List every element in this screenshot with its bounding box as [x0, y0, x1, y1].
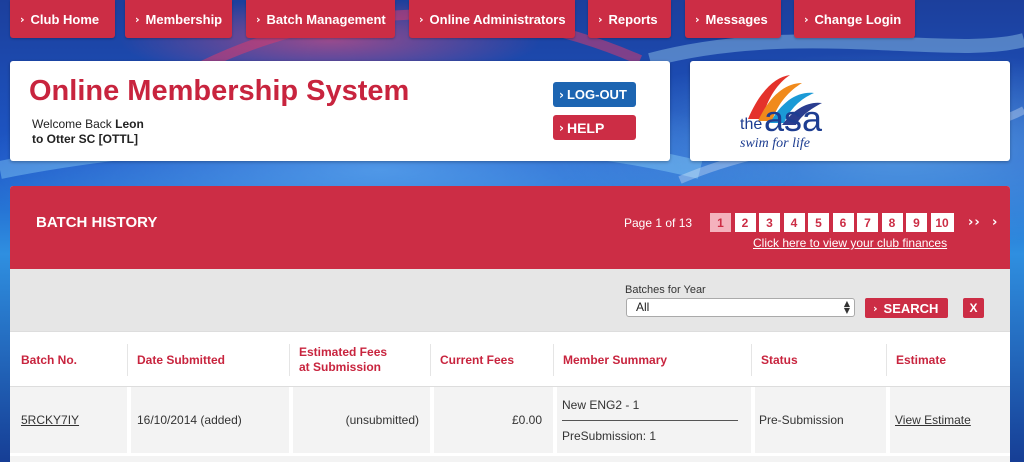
col-date-submitted: Date Submitted: [127, 344, 289, 376]
last-page-button[interactable]: ›: [992, 215, 997, 230]
cell-date-submitted: 16/10/2014 (added): [137, 387, 242, 453]
chevron-right-icon: ›: [20, 12, 25, 26]
help-button[interactable]: › HELP: [553, 115, 636, 140]
batch-header: BATCH HISTORY Page 1 of 13 1 2 3 4 5 6 7…: [10, 186, 1010, 269]
nav-online-administrators[interactable]: › Online Administrators: [409, 0, 575, 38]
pagination: 1 2 3 4 5 6 7 8 9 10: [710, 213, 957, 232]
summary-line-2: PreSubmission: 1: [562, 429, 657, 443]
col-estimated-fees-label: Estimated Fees at Submission: [299, 345, 387, 375]
col-estimated-fees-line1: Estimated Fees: [299, 345, 388, 359]
club-finances-link[interactable]: Click here to view your club finances: [753, 236, 947, 250]
summary-line-1: New ENG2 - 1: [562, 398, 640, 412]
col-member-summary: Member Summary: [553, 344, 751, 376]
section-title: BATCH HISTORY: [36, 214, 158, 231]
cell-batch-no: 5RCKY7IY: [21, 387, 80, 453]
col-estimated-fees: Estimated Fees at Submission: [289, 344, 430, 376]
search-label: SEARCH: [883, 300, 939, 316]
nav-batch-management[interactable]: › Batch Management: [246, 0, 395, 38]
view-estimate-link[interactable]: View Estimate: [895, 413, 971, 427]
page-button[interactable]: 8: [881, 213, 903, 232]
col-estimate: Estimate: [886, 344, 1010, 376]
asa-logo: the asa swim for life: [740, 75, 823, 151]
page-button[interactable]: 1: [710, 213, 731, 232]
col-batch-no: Batch No.: [21, 352, 78, 367]
header-panel: Online Membership System Welcome Back Le…: [10, 61, 670, 161]
page-button[interactable]: 10: [930, 213, 954, 232]
page-button[interactable]: 6: [832, 213, 854, 232]
club-name: to Otter SC [OTTL]: [32, 132, 138, 146]
filter-bar: Batches for Year All ▲ ▼ › SEARCH X: [10, 269, 1010, 331]
batch-history-panel: BATCH HISTORY Page 1 of 13 1 2 3 4 5 6 7…: [10, 186, 1010, 462]
page-button[interactable]: 5: [808, 213, 829, 232]
chevron-right-icon: ›: [135, 12, 140, 26]
chevron-right-icon: ›: [873, 301, 878, 315]
nav-label: Messages: [705, 11, 768, 27]
nav-label: Batch Management: [266, 11, 386, 27]
cell-status: Pre-Submission: [759, 387, 844, 453]
col-status: Status: [751, 344, 886, 376]
cell-member-summary: New ENG2 - 1 PreSubmission: 1: [562, 387, 748, 453]
chevron-right-icon: ›: [695, 12, 700, 26]
table-row: 5RCKY7IY 16/10/2014 (added) (unsubmitted…: [10, 387, 1010, 453]
table-header: Batch No. Date Submitted Estimated Fees a…: [10, 331, 1010, 387]
nav-label: Change Login: [814, 11, 902, 27]
chevron-right-icon: ›: [559, 87, 564, 102]
help-label: HELP: [566, 119, 605, 136]
select-arrows-icon: ▲ ▼: [843, 299, 850, 315]
nav-label: Club Home: [30, 11, 100, 27]
nav-reports[interactable]: › Reports: [588, 0, 671, 38]
summary-divider: [562, 420, 738, 421]
year-select-value: All: [636, 300, 650, 314]
user-name: Leon: [115, 117, 144, 131]
chevron-right-icon: ›: [256, 12, 261, 26]
logout-label: LOG-OUT: [566, 87, 627, 102]
nav-label: Membership: [145, 11, 223, 27]
year-select[interactable]: All ▲ ▼: [626, 298, 855, 317]
search-button[interactable]: › SEARCH: [865, 298, 948, 318]
clear-filter-button[interactable]: X: [963, 298, 984, 318]
cell-estimated-fees: (unsubmitted): [293, 387, 419, 453]
cell-divider: [751, 387, 755, 453]
top-nav: › Club Home › Membership › Batch Managem…: [0, 0, 1024, 38]
year-filter-label: Batches for Year: [625, 284, 706, 296]
nav-club-home[interactable]: › Club Home: [10, 0, 115, 38]
cell-divider: [127, 387, 131, 453]
cell-divider: [886, 387, 890, 453]
page-button[interactable]: 4: [783, 213, 805, 232]
chevron-right-icon: ›: [419, 12, 424, 26]
col-estimated-fees-line2: at Submission: [299, 360, 382, 374]
nav-membership[interactable]: › Membership: [125, 0, 232, 38]
page-button[interactable]: 3: [759, 213, 780, 232]
page-button[interactable]: 2: [734, 213, 756, 232]
chevron-right-icon: ›: [598, 12, 603, 26]
nav-change-login[interactable]: › Change Login: [794, 0, 915, 38]
logo-panel: the asa swim for life: [690, 61, 1010, 161]
table-row: [10, 456, 1010, 462]
nav-messages[interactable]: › Messages: [685, 0, 781, 38]
welcome-text: Welcome Back Leon to Otter SC [OTTL]: [32, 117, 144, 147]
page-button[interactable]: 9: [906, 213, 927, 232]
logo-the-text: the: [740, 116, 762, 133]
logo-asa-text: asa: [764, 98, 823, 139]
nav-label: Reports: [608, 11, 658, 27]
chevron-right-icon: ›: [559, 120, 564, 135]
page-button[interactable]: 7: [857, 213, 878, 232]
batch-link[interactable]: 5RCKY7IY: [21, 413, 79, 427]
page-info: Page 1 of 13: [624, 216, 693, 230]
chevron-right-icon: ›: [804, 12, 809, 26]
logo-tagline: swim for life: [740, 136, 810, 151]
welcome-prefix: Welcome Back: [32, 117, 112, 131]
cell-divider: [553, 387, 557, 453]
next-pages-button[interactable]: ››: [968, 215, 981, 230]
cell-estimate: View Estimate: [895, 387, 971, 453]
logout-button[interactable]: › LOG-OUT: [553, 82, 636, 107]
nav-label: Online Administrators: [429, 11, 566, 27]
page-title: Online Membership System: [29, 75, 410, 107]
col-current-fees: Current Fees: [430, 344, 553, 376]
cell-current-fees: £0.00: [434, 387, 542, 453]
